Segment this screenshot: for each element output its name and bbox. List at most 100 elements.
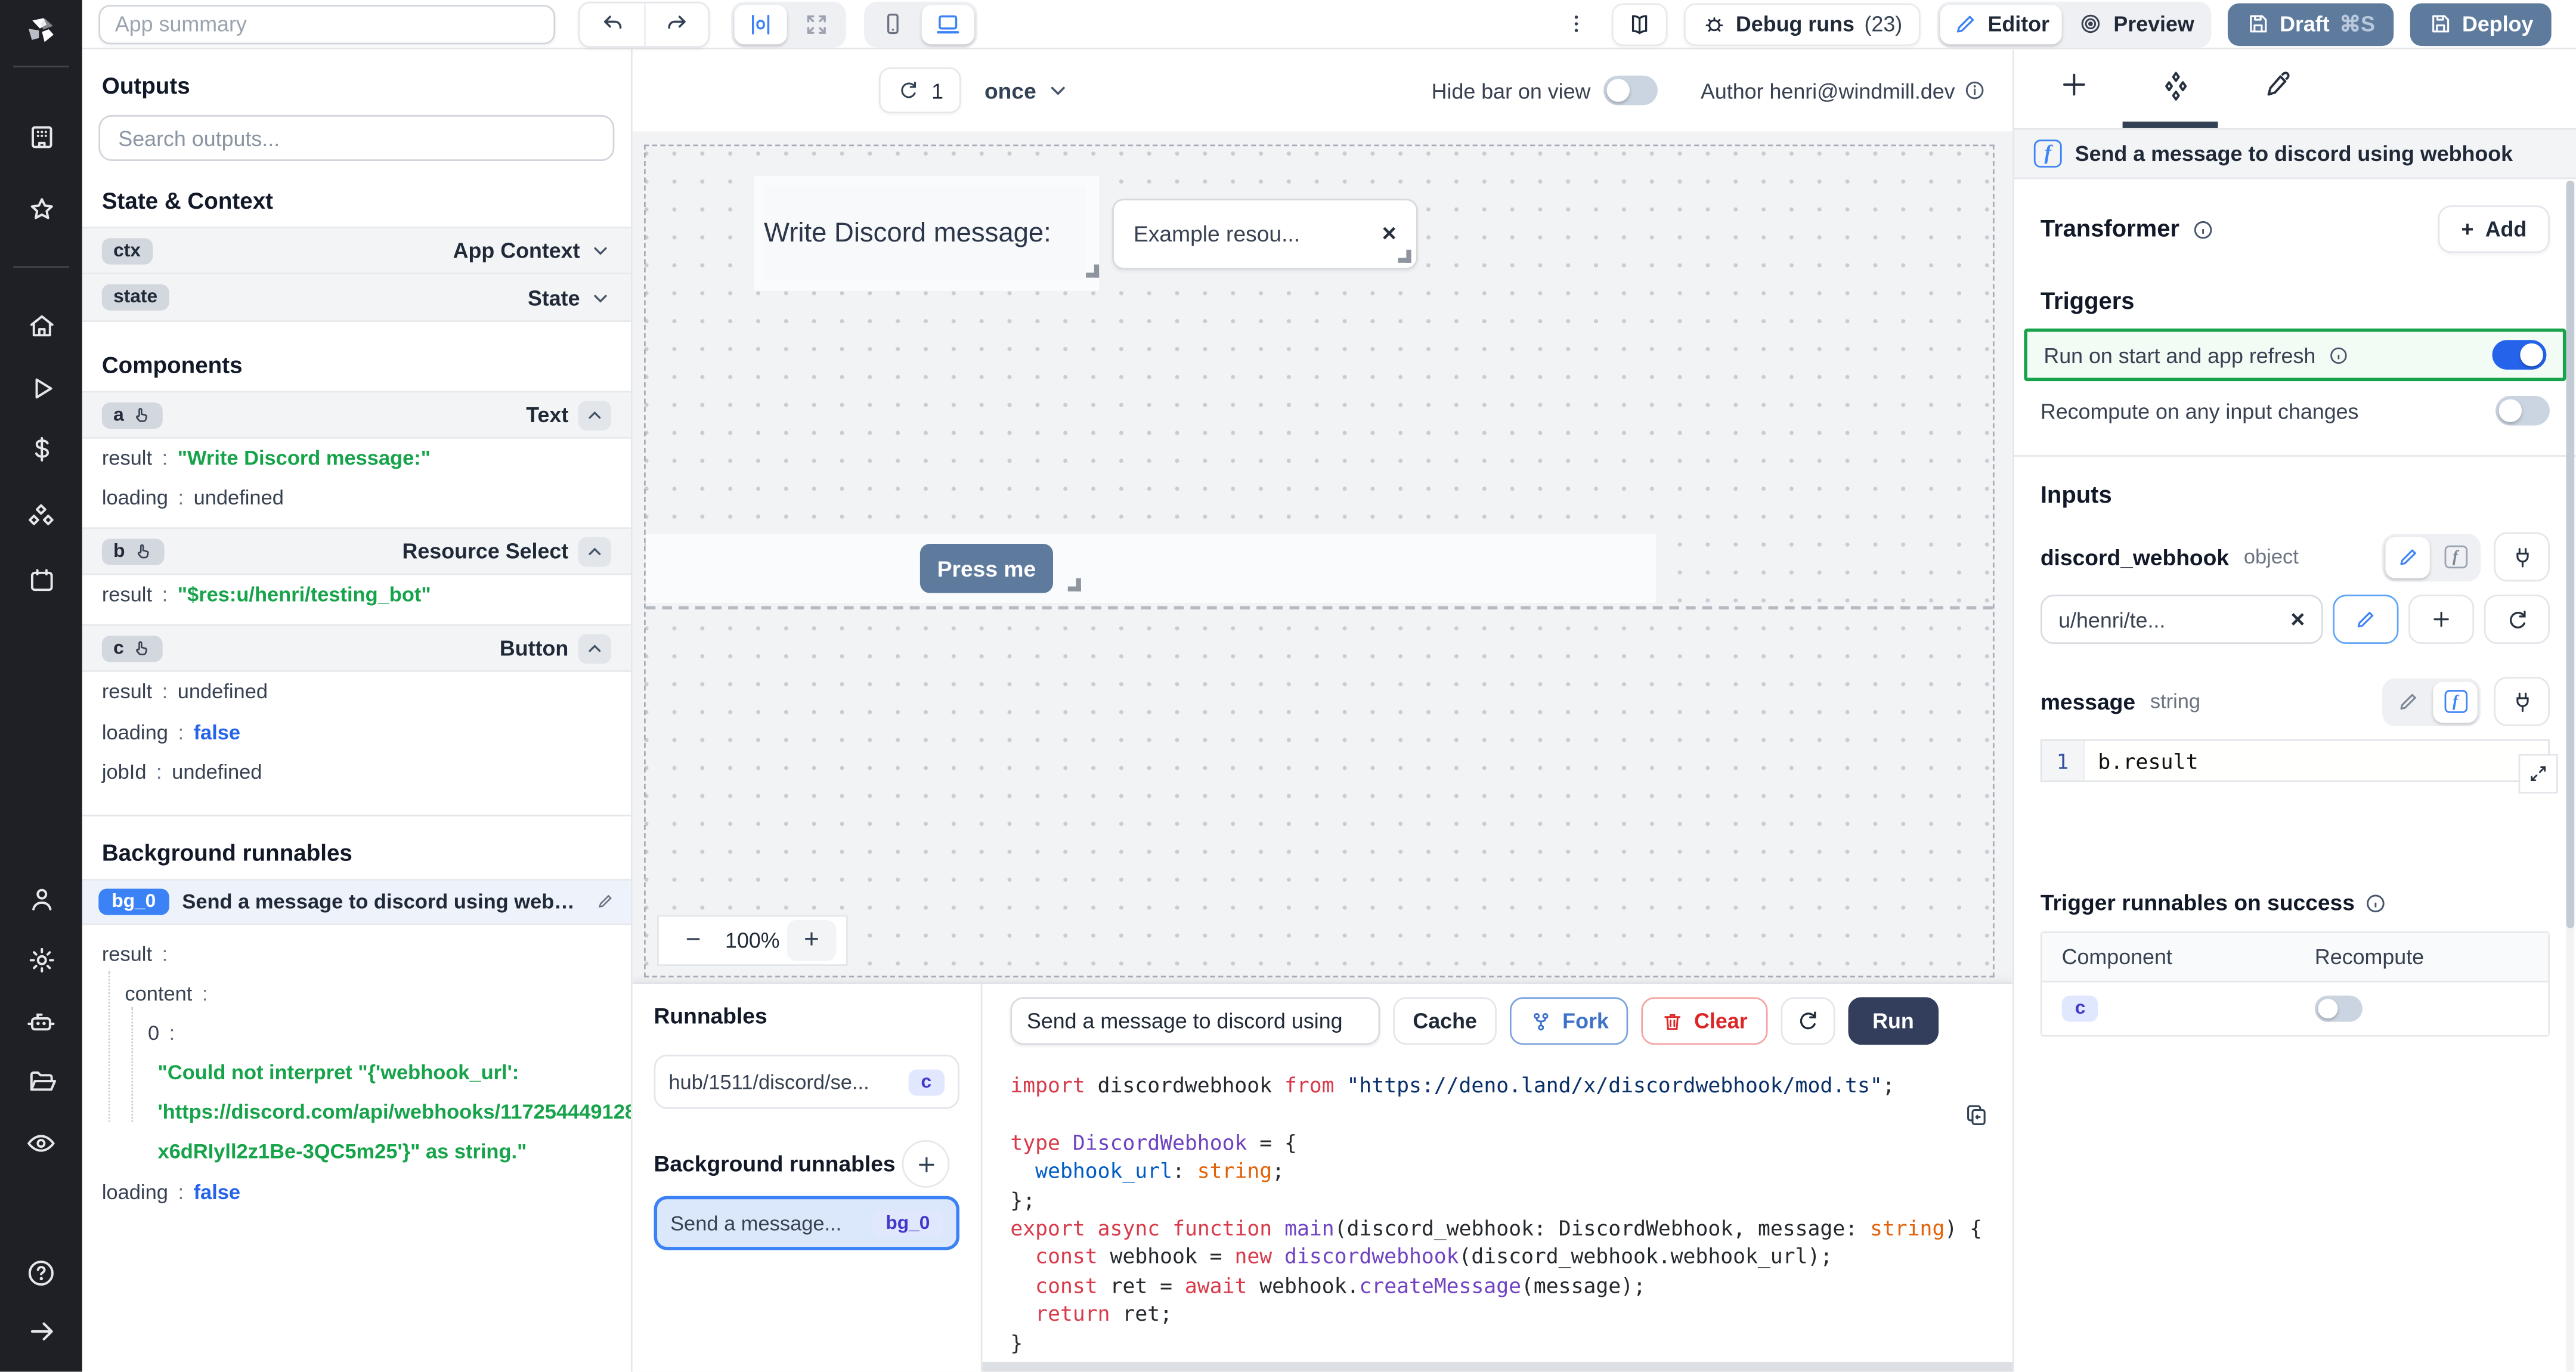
undo-button[interactable] xyxy=(580,2,644,45)
expand-fullwidth-button[interactable] xyxy=(790,4,843,44)
runs-play-icon[interactable] xyxy=(0,373,82,404)
component-row-a[interactable]: a Text xyxy=(82,391,631,439)
desktop-view-button[interactable] xyxy=(921,4,974,44)
audit-eye-icon[interactable] xyxy=(0,1127,82,1160)
collapse-toggle[interactable] xyxy=(578,537,611,566)
redo-button[interactable] xyxy=(643,2,708,45)
variables-dollar-icon[interactable] xyxy=(0,433,82,464)
create-resource-plus-button[interactable] xyxy=(2408,594,2475,644)
clear-button[interactable]: Clear xyxy=(1641,997,1767,1045)
expand-editor-icon[interactable] xyxy=(2518,754,2558,794)
code-horizontal-scrollbar[interactable] xyxy=(982,1362,2012,1372)
search-outputs-input[interactable] xyxy=(114,124,598,152)
user-icon[interactable] xyxy=(0,884,82,915)
zoom-out-button[interactable]: − xyxy=(668,920,718,961)
debug-runs-button[interactable]: Debug runs (23) xyxy=(1683,2,1921,45)
resize-handle[interactable] xyxy=(1398,249,1411,263)
cache-button[interactable]: Cache xyxy=(1393,997,1497,1045)
static-mode-pencil-icon[interactable] xyxy=(2385,536,2430,578)
runnable-item-c[interactable]: hub/1511/discord/se... c xyxy=(654,1054,959,1109)
table-row: c xyxy=(2042,982,2549,1035)
refresh-resource-button[interactable] xyxy=(2484,594,2550,644)
chevron-down-icon xyxy=(1051,86,1065,95)
resize-handle[interactable] xyxy=(1086,264,1100,278)
info-icon[interactable] xyxy=(1963,79,1986,102)
collapse-arrow-icon[interactable] xyxy=(0,1316,82,1347)
workers-robot-icon[interactable] xyxy=(0,1005,82,1038)
collapse-toggle[interactable] xyxy=(578,399,611,430)
info-icon[interactable] xyxy=(2191,218,2214,241)
press-me-button-component[interactable]: Press me xyxy=(919,543,1054,593)
tab-settings-components-icon[interactable] xyxy=(2139,69,2211,104)
refresh-count-button[interactable]: 1 xyxy=(878,67,962,114)
draft-button[interactable]: Draft ⌘S xyxy=(2227,2,2394,45)
static-mode-pencil-icon[interactable] xyxy=(2385,681,2429,722)
app-summary-input[interactable] xyxy=(98,4,556,44)
edit-pencil-icon[interactable] xyxy=(596,893,614,910)
center-align-button[interactable] xyxy=(734,4,787,44)
canvas-area: Write Discord message: Example resou... … xyxy=(632,131,2012,983)
recompute-c-toggle[interactable] xyxy=(2314,995,2363,1022)
settings-gear-icon[interactable] xyxy=(0,944,82,975)
runnable-name-input[interactable] xyxy=(1010,997,1380,1045)
expression-value[interactable]: b.result xyxy=(2085,741,2549,781)
recompute-label: Recompute on any input changes xyxy=(2040,398,2359,423)
component-row-c[interactable]: c Button xyxy=(82,624,631,673)
resources-cubes-icon[interactable] xyxy=(0,501,82,534)
resource-value-field[interactable]: u/henri/te... × xyxy=(2040,594,2323,644)
text-component[interactable]: Write Discord message: xyxy=(764,185,1100,281)
refresh-code-button[interactable] xyxy=(1780,997,1835,1045)
tab-styling-brush-icon[interactable] xyxy=(2241,69,2313,102)
schedules-calendar-icon[interactable] xyxy=(0,565,82,596)
scrollbar-thumb[interactable] xyxy=(2566,181,2575,928)
bg-runnable-item-selected[interactable]: Send a message... bg_0 xyxy=(654,1196,959,1250)
copy-code-icon[interactable] xyxy=(1963,1102,1989,1129)
clear-resource-icon[interactable]: × xyxy=(2290,605,2305,633)
recompute-toggle[interactable] xyxy=(2495,395,2550,426)
tab-preview[interactable]: Preview xyxy=(2066,4,2207,44)
expression-editor[interactable]: 1 b.result xyxy=(2040,739,2558,794)
favorites-star-icon[interactable] xyxy=(0,194,82,225)
windmill-app-editor: Debug runs (23) Editor Preview Draft ⌘S xyxy=(0,0,2576,1372)
info-icon[interactable] xyxy=(2327,344,2349,366)
run-button[interactable]: Run xyxy=(1847,997,1939,1045)
windmill-logo-icon[interactable] xyxy=(0,13,82,49)
collapse-toggle[interactable] xyxy=(578,634,611,664)
add-background-runnable-button[interactable] xyxy=(902,1140,950,1188)
tab-editor[interactable]: Editor xyxy=(1940,4,2063,44)
hand-pointer-icon xyxy=(137,544,149,558)
mobile-view-button[interactable] xyxy=(868,4,918,44)
docs-book-button[interactable] xyxy=(1611,2,1667,45)
more-menu-kebab-icon[interactable] xyxy=(1557,11,1594,36)
component-row-b[interactable]: b Resource Select xyxy=(82,528,631,575)
ctx-row[interactable]: ctx App Context xyxy=(82,227,631,275)
code-content[interactable]: import discordwebhook from "https://deno… xyxy=(1010,1071,2012,1357)
connect-plug-icon[interactable] xyxy=(2494,532,2550,582)
ctx-badge: ctx xyxy=(101,237,153,264)
app-canvas[interactable]: Write Discord message: Example resou... … xyxy=(643,144,1995,978)
bg-runnable-row[interactable]: bg_0 Send a message to discord using web… xyxy=(82,878,631,925)
help-icon[interactable] xyxy=(0,1257,82,1290)
home-icon[interactable] xyxy=(0,311,82,342)
debug-runs-label: Debug runs xyxy=(1735,11,1854,36)
edit-resource-pencil-button[interactable] xyxy=(2333,594,2399,644)
clear-selection-icon[interactable]: × xyxy=(1382,220,1397,248)
info-icon[interactable] xyxy=(2364,891,2388,915)
fork-button[interactable]: Fork xyxy=(1510,997,1628,1045)
state-row[interactable]: state State xyxy=(82,274,631,322)
refresh-icon xyxy=(1800,1011,1816,1030)
expr-mode-f-icon[interactable]: f xyxy=(2433,680,2478,722)
hide-bar-toggle[interactable] xyxy=(1603,75,1658,106)
tab-insert-plus-icon[interactable] xyxy=(2037,69,2109,100)
deploy-button[interactable]: Deploy xyxy=(2409,2,2552,45)
resource-select-component[interactable]: Example resou... × xyxy=(1112,199,1418,270)
resize-handle[interactable] xyxy=(1067,578,1081,591)
run-on-start-toggle[interactable] xyxy=(2492,340,2547,370)
workspace-icon[interactable] xyxy=(0,122,82,153)
folders-icon[interactable] xyxy=(0,1066,82,1097)
add-transformer-button[interactable]: + Add xyxy=(2438,205,2550,253)
zoom-in-button[interactable]: + xyxy=(787,919,837,961)
frequency-select[interactable]: once xyxy=(984,78,1069,103)
expr-mode-f-icon[interactable]: f xyxy=(2433,537,2477,578)
connect-plug-icon[interactable] xyxy=(2494,677,2550,726)
